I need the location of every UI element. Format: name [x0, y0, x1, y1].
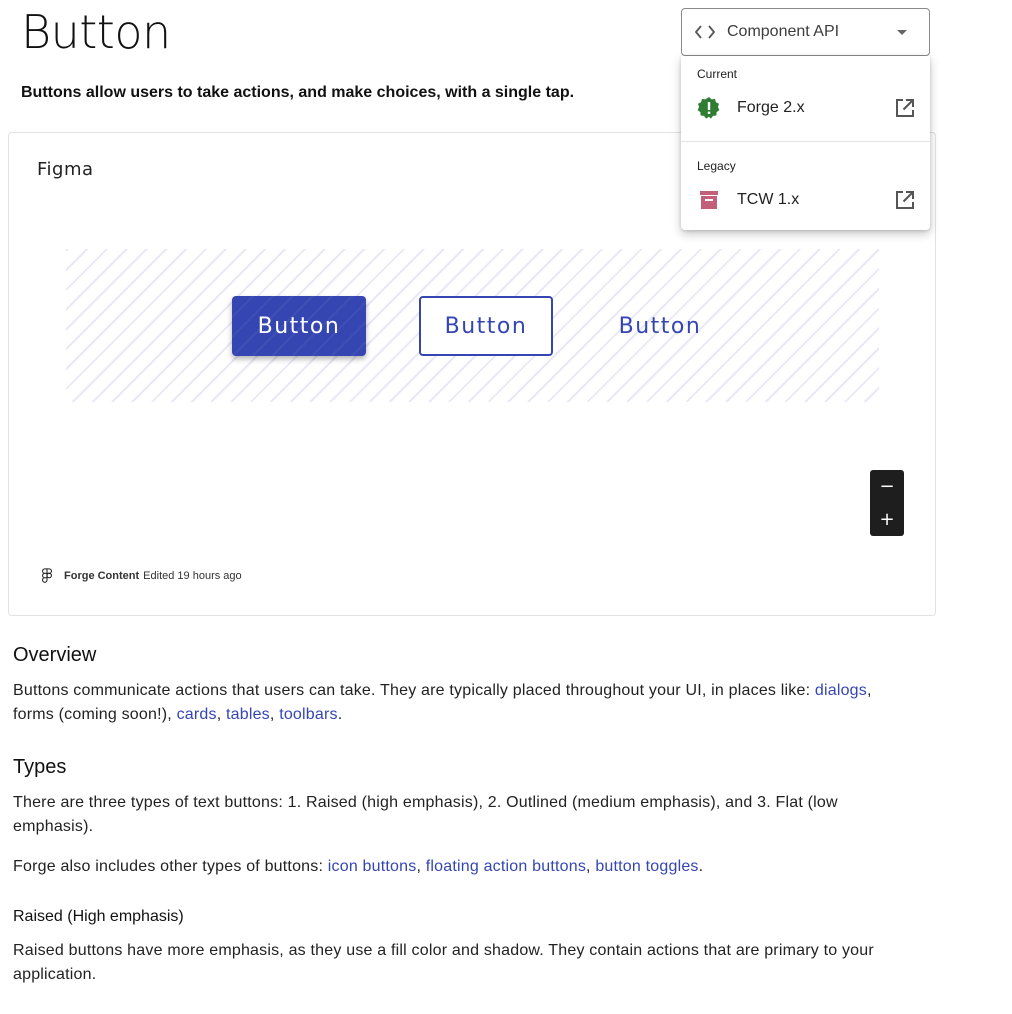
- raised-paragraph: Raised buttons have more emphasis, as th…: [13, 942, 874, 983]
- figma-footer: Forge Content Edited 19 hours ago: [41, 568, 242, 584]
- separator: ,: [586, 858, 596, 875]
- page-title: Button: [21, 5, 171, 59]
- menu-item-tcw-1x[interactable]: TCW 1.x: [681, 178, 930, 222]
- zoom-in-button[interactable]: +: [870, 503, 904, 536]
- code-icon: [694, 25, 716, 39]
- menu-item-tcw-1x-label: TCW 1.x: [737, 191, 800, 208]
- open-in-new-icon[interactable]: [894, 97, 916, 119]
- overview-text: forms (coming soon!),: [13, 706, 177, 723]
- zoom-out-button[interactable]: −: [870, 470, 904, 503]
- component-api-label: Component API: [727, 23, 840, 40]
- raised-heading: Raised (High emphasis): [13, 908, 184, 925]
- link-cards[interactable]: cards: [177, 706, 217, 723]
- badge-alert-icon: [697, 96, 721, 120]
- separator: ,: [416, 858, 426, 875]
- overview-heading: Overview: [13, 644, 97, 666]
- figma-title: Figma: [37, 159, 94, 180]
- link-icon-buttons[interactable]: icon buttons: [328, 858, 417, 875]
- link-floating-action-buttons[interactable]: floating action buttons: [426, 858, 586, 875]
- menu-group-current-label: Current: [697, 67, 738, 81]
- types-text: Forge also includes other types of butto…: [13, 858, 328, 875]
- menu-item-forge-2x-label: Forge 2.x: [737, 99, 805, 116]
- link-tables[interactable]: tables: [226, 706, 270, 723]
- open-in-new-icon[interactable]: [894, 189, 916, 211]
- types-heading: Types: [13, 756, 67, 778]
- overview-paragraph: Buttons communicate actions that users c…: [13, 679, 923, 727]
- types-more-paragraph: Forge also includes other types of butto…: [13, 855, 923, 879]
- link-button-toggles[interactable]: button toggles: [595, 858, 698, 875]
- separator: .: [337, 706, 343, 723]
- caret-down-icon: [897, 29, 907, 35]
- separator: .: [698, 858, 704, 875]
- component-api-select[interactable]: Component API: [681, 8, 930, 56]
- menu-item-forge-2x[interactable]: Forge 2.x: [681, 86, 930, 130]
- link-toolbars[interactable]: toolbars: [279, 706, 338, 723]
- demo-flat-button[interactable]: Button: [593, 296, 727, 356]
- zoom-control: − +: [870, 470, 904, 536]
- archive-icon: [697, 188, 721, 212]
- separator: ,: [269, 706, 280, 723]
- demo-raised-button[interactable]: Button: [232, 296, 366, 356]
- figma-team-name[interactable]: Forge Content: [64, 570, 139, 582]
- separator: ,: [866, 682, 872, 699]
- separator: ,: [216, 706, 226, 723]
- demo-outlined-button[interactable]: Button: [419, 296, 553, 356]
- menu-divider: [681, 141, 930, 142]
- link-dialogs[interactable]: dialogs: [815, 682, 867, 699]
- page-subtitle: Buttons allow users to take actions, and…: [21, 84, 575, 101]
- figma-logo-icon: [42, 568, 52, 583]
- overview-text: Buttons communicate actions that users c…: [13, 682, 815, 699]
- figma-edited-time: Edited 19 hours ago: [143, 570, 242, 582]
- types-paragraph: There are three types of text buttons: 1…: [13, 794, 838, 835]
- menu-group-legacy-label: Legacy: [697, 159, 736, 173]
- component-api-menu: Current Forge 2.x Legacy TCW 1.x: [681, 56, 930, 230]
